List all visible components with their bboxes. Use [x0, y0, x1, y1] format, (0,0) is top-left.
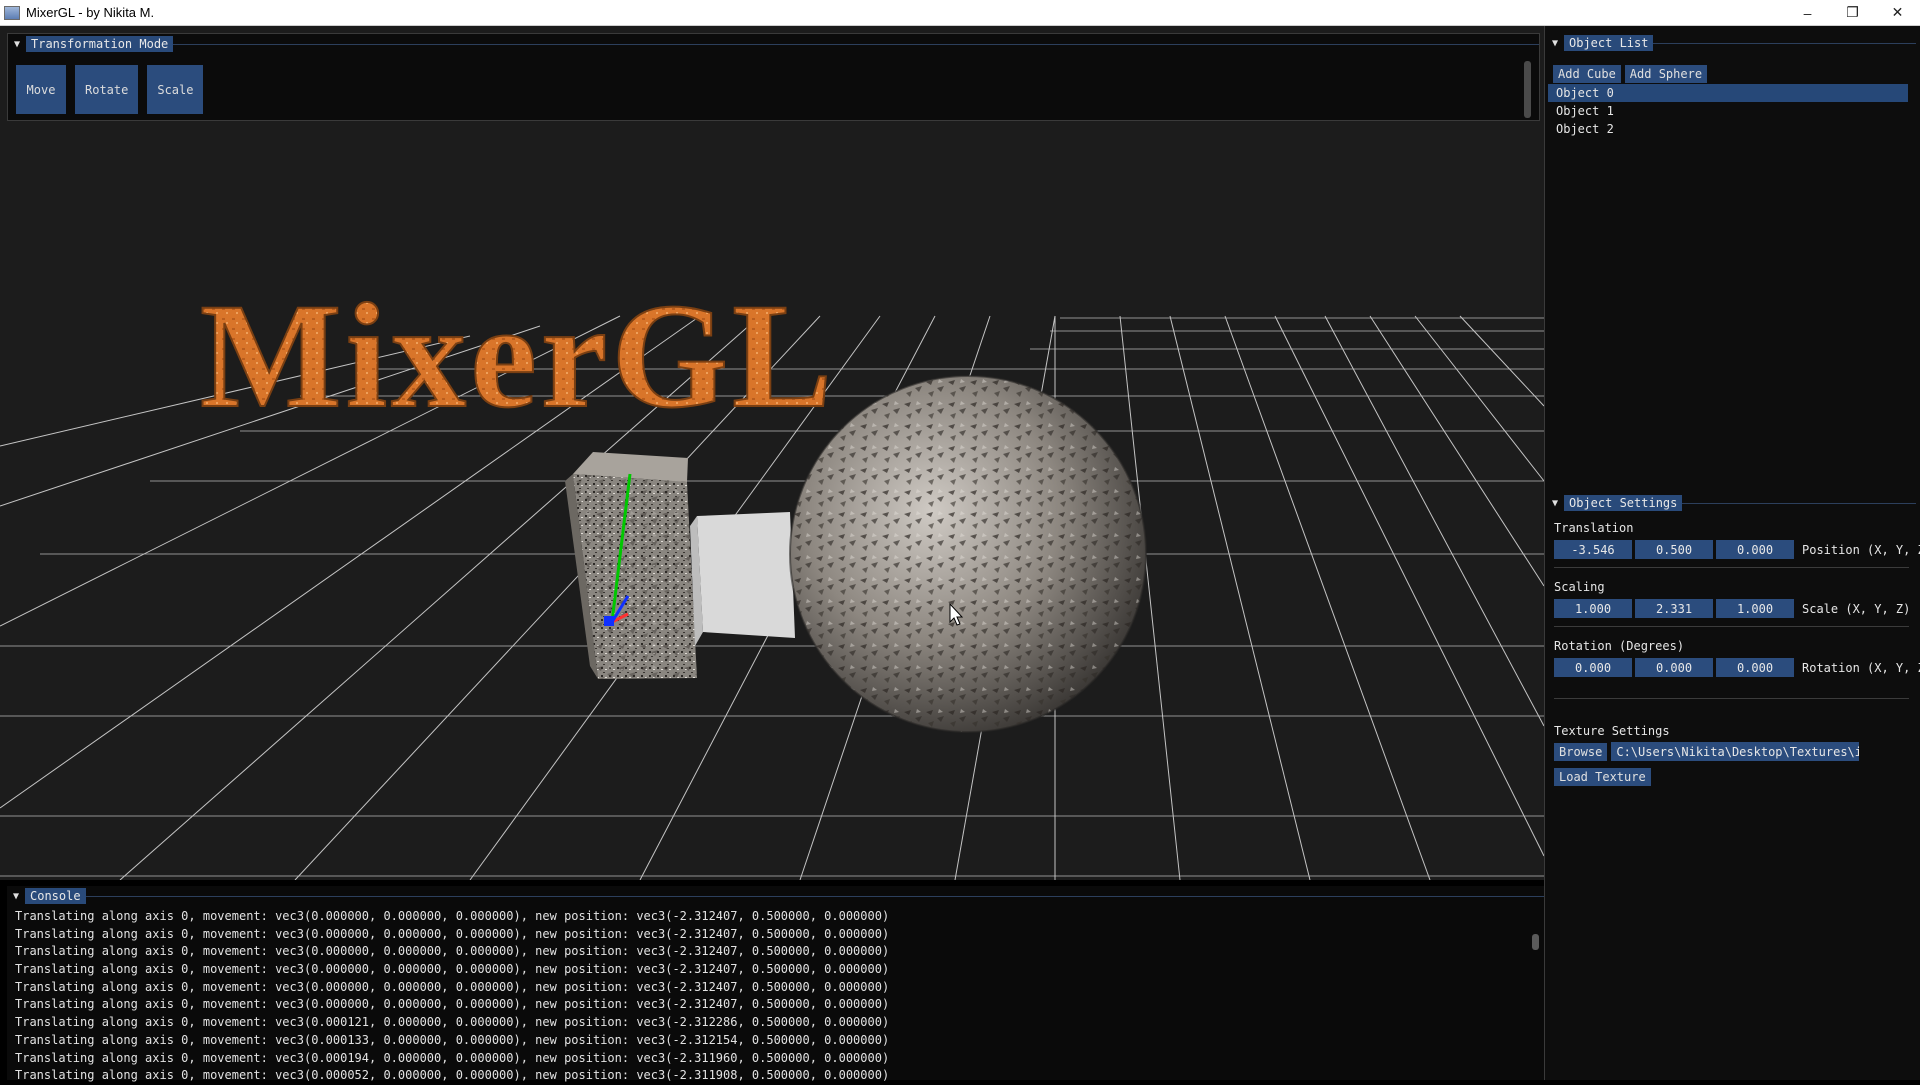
scale-y-field[interactable]: 2.331 [1635, 599, 1713, 618]
translation-y-field[interactable]: 0.500 [1635, 540, 1713, 559]
list-item-object-0[interactable]: Object 0 [1548, 84, 1908, 102]
collapse-triangle-icon[interactable]: ▼ [7, 891, 25, 902]
window-titlebar: MixerGL - by Nikita M. – ❐ ✕ [0, 0, 1920, 26]
translation-x-field[interactable]: -3.546 [1554, 540, 1632, 559]
separator [1554, 567, 1909, 568]
separator [1554, 626, 1909, 627]
scene-object-box-tall[interactable] [565, 452, 697, 679]
translation-z-field[interactable]: 0.000 [1716, 540, 1794, 559]
console-line: Translating along axis 0, movement: vec3… [15, 997, 890, 1012]
panel-title[interactable]: Object List [1564, 35, 1654, 51]
scene-object-cube[interactable] [690, 512, 795, 646]
object-list-panel: ▼ Object List Add Cube Add Sphere Object … [1546, 33, 1916, 491]
add-sphere-button[interactable]: Add Sphere [1624, 65, 1708, 83]
panel-title[interactable]: Transformation Mode [26, 36, 174, 52]
load-texture-button[interactable]: Load Texture [1554, 768, 1651, 786]
mixergl-logo: MixerGL [200, 273, 836, 439]
console-line: Translating along axis 0, movement: vec3… [15, 1015, 890, 1030]
close-button[interactable]: ✕ [1875, 0, 1920, 25]
translation-row: -3.546 0.500 0.000 Position (X, Y, Z [1554, 540, 1920, 559]
console-line: Translating along axis 0, movement: vec3… [15, 909, 890, 923]
console-panel: ▼ Console Translating along axis 0, move… [7, 886, 1544, 1082]
console-log: Translating along axis 0, movement: vec3… [15, 908, 889, 1085]
scale-x-field[interactable]: 1.000 [1554, 599, 1632, 618]
rotation-row: 0.000 0.000 0.000 Rotation (X, Y, Z [1554, 658, 1920, 677]
scaling-row: 1.000 2.331 1.000 Scale (X, Y, Z) [1554, 599, 1910, 618]
rotation-suffix: Rotation (X, Y, Z [1802, 660, 1920, 675]
panel-title[interactable]: Console [25, 888, 86, 904]
restore-button[interactable]: ❐ [1830, 0, 1875, 25]
scale-button[interactable]: Scale [147, 65, 204, 114]
scene-canvas[interactable]: MixerGL [0, 26, 1544, 880]
console-line: Translating along axis 0, movement: vec3… [15, 979, 890, 994]
window-title: MixerGL - by Nikita M. [26, 5, 155, 20]
rotate-button[interactable]: Rotate [75, 65, 139, 114]
panel-scrollbar[interactable] [1524, 61, 1531, 118]
add-cube-button[interactable]: Add Cube [1553, 65, 1621, 83]
texture-path-field[interactable]: C:\Users\Nikita\Desktop\Textures\i [1611, 742, 1860, 761]
translation-suffix: Position (X, Y, Z [1802, 542, 1920, 557]
console-line: Translating along axis 0, movement: vec3… [15, 926, 890, 941]
app-icon [4, 5, 20, 20]
console-line: Translating along axis 0, movement: vec3… [15, 944, 890, 959]
list-item-object-2[interactable]: Object 2 [1548, 120, 1908, 138]
console-line: Translating along axis 0, movement: vec3… [15, 1050, 890, 1065]
separator [1554, 698, 1909, 699]
browse-button[interactable]: Browse [1554, 742, 1608, 761]
title-rule [85, 895, 1544, 897]
collapse-triangle-icon[interactable]: ▼ [1546, 38, 1564, 49]
rotation-label: Rotation (Degrees) [1554, 639, 1685, 653]
scaling-label: Scaling [1554, 580, 1605, 594]
rotation-y-field[interactable]: 0.000 [1635, 658, 1713, 677]
transformation-mode-panel: ▼ Transformation Mode Move Rotate Scale [7, 33, 1540, 121]
scene-object-sphere[interactable] [789, 375, 1147, 733]
console-line: Translating along axis 0, movement: vec3… [15, 962, 890, 977]
list-item-object-1[interactable]: Object 1 [1548, 102, 1908, 120]
rotation-z-field[interactable]: 0.000 [1716, 658, 1794, 677]
title-rule [173, 43, 1539, 45]
rotation-x-field[interactable]: 0.000 [1554, 658, 1632, 677]
console-line: Translating along axis 0, movement: vec3… [15, 1068, 890, 1083]
collapse-triangle-icon[interactable]: ▼ [1546, 498, 1564, 509]
minimize-button[interactable]: – [1785, 0, 1830, 25]
translation-label: Translation [1554, 521, 1634, 535]
scaling-suffix: Scale (X, Y, Z) [1802, 601, 1911, 616]
texture-settings-label: Texture Settings [1554, 724, 1670, 738]
object-settings-panel: ▼ Object Settings Translation -3.546 0.5… [1546, 493, 1920, 1080]
console-scrollbar[interactable] [1532, 934, 1539, 950]
viewport-3d[interactable]: MixerGL ▼ Transformation Mode Move Rotat… [0, 26, 1544, 880]
collapse-triangle-icon[interactable]: ▼ [8, 39, 26, 50]
move-button[interactable]: Move [16, 65, 66, 114]
console-line: Translating along axis 0, movement: vec3… [15, 1032, 890, 1047]
panel-title[interactable]: Object Settings [1564, 495, 1683, 511]
title-rule [1653, 42, 1916, 44]
scale-z-field[interactable]: 1.000 [1716, 599, 1794, 618]
title-rule [1682, 502, 1916, 504]
